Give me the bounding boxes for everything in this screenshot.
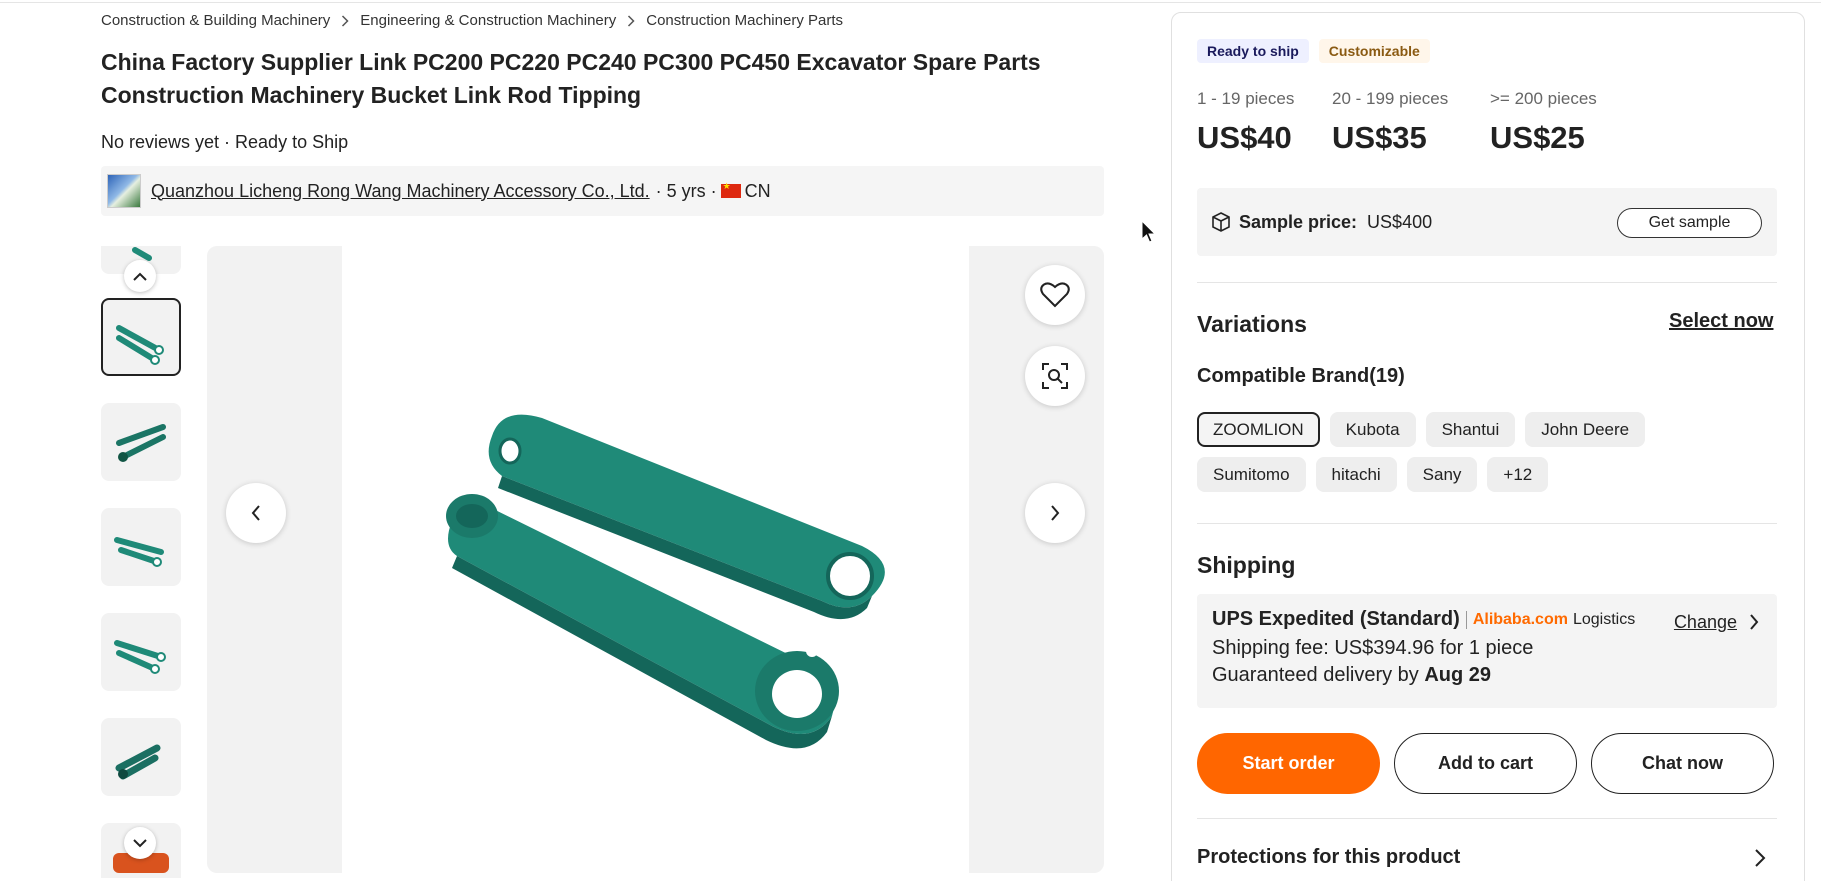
thumbnail[interactable]: [101, 718, 181, 796]
breadcrumb: Construction & Building Machinery Engine…: [101, 12, 843, 29]
brand-options: ZOOMLION Kubota Shantui John Deere Sumit…: [1197, 412, 1697, 492]
select-now-link[interactable]: Select now: [1669, 310, 1773, 333]
chevron-right-icon: [627, 14, 635, 27]
thumbnail-strip: [101, 246, 181, 878]
divider: [1197, 282, 1777, 283]
thumbnail-active[interactable]: [101, 298, 181, 376]
tier-price: US$35: [1332, 120, 1427, 155]
ready-to-ship-badge: Ready to ship: [1197, 39, 1309, 63]
sample-price-box: Sample price: US$400 Get sample: [1197, 188, 1777, 256]
breadcrumb-item[interactable]: Construction Machinery Parts: [646, 12, 843, 29]
divider: [1197, 818, 1777, 819]
supplier-country: CN: [744, 180, 771, 201]
supplier-bar: Quanzhou Licheng Rong Wang Machinery Acc…: [101, 166, 1104, 216]
next-image-button[interactable]: [1025, 483, 1085, 543]
brand-chip-selected[interactable]: ZOOMLION: [1197, 412, 1320, 447]
tier-price: US$40: [1197, 120, 1292, 155]
tier-price: US$25: [1490, 120, 1585, 155]
favorite-button[interactable]: [1025, 265, 1085, 325]
thumbnail[interactable]: [101, 403, 181, 481]
chevron-right-icon: [1051, 505, 1060, 521]
shipping-method: UPS Expedited (Standard): [1212, 608, 1460, 630]
supplier-logo[interactable]: [107, 174, 141, 208]
thumbnail-scroll-down-button[interactable]: [124, 827, 156, 859]
get-sample-button[interactable]: Get sample: [1617, 208, 1762, 238]
box-icon: [1212, 212, 1230, 232]
tier-quantity: 1 - 19 pieces: [1197, 89, 1295, 108]
sample-price-value: US$400: [1367, 211, 1433, 232]
more-brands-chip[interactable]: +12: [1487, 457, 1549, 492]
delivery-guarantee: Guaranteed delivery by Aug 29: [1212, 664, 1762, 687]
brand-chip[interactable]: Kubota: [1329, 412, 1416, 447]
chevron-right-icon: [341, 14, 349, 27]
top-border: [0, 0, 1821, 3]
image-search-icon: [1042, 363, 1068, 389]
protections-link[interactable]: Protections for this product: [1197, 846, 1460, 869]
brand-chip[interactable]: Sany: [1406, 457, 1478, 492]
alibaba-logo: Alibaba.com: [1472, 610, 1568, 628]
delivery-date: Aug 29: [1424, 664, 1492, 686]
price-tier: 20 - 199 pieces US$35: [1332, 89, 1490, 156]
shipping-title: Shipping: [1197, 552, 1296, 578]
tier-quantity: >= 200 pieces: [1490, 89, 1597, 108]
customizable-badge: Customizable: [1318, 39, 1430, 63]
chevron-down-icon: [133, 838, 147, 847]
brand-chip[interactable]: Sumitomo: [1197, 457, 1306, 492]
breadcrumb-item[interactable]: Engineering & Construction Machinery: [360, 12, 616, 29]
separator: [1465, 610, 1467, 629]
chevron-up-icon: [133, 272, 147, 281]
logistics-label: Logistics: [1572, 610, 1636, 628]
cursor-icon: [1141, 220, 1157, 243]
supplier-name-link[interactable]: Quanzhou Licheng Rong Wang Machinery Acc…: [151, 181, 650, 202]
shipping-fee: Shipping fee: US$394.96 for 1 piece: [1212, 637, 1534, 659]
change-shipping-link[interactable]: Change: [1674, 612, 1737, 633]
review-status: No reviews yet · Ready to Ship: [101, 132, 349, 152]
image-canvas: [342, 246, 969, 873]
china-flag-icon: [720, 181, 741, 198]
product-title: China Factory Supplier Link PC200 PC220 …: [101, 49, 1041, 108]
variations-title: Variations: [1197, 311, 1307, 337]
action-buttons: Start order Add to cart Chat now: [1197, 733, 1774, 794]
tier-quantity: 20 - 199 pieces: [1332, 89, 1449, 108]
heart-icon: [1040, 282, 1070, 308]
thumbnail-scroll-up-button[interactable]: [124, 260, 156, 292]
brand-chip[interactable]: Shantui: [1425, 412, 1516, 447]
brand-chip[interactable]: hitachi: [1315, 457, 1397, 492]
add-to-cart-button[interactable]: Add to cart: [1394, 733, 1577, 794]
product-photo: [446, 414, 885, 749]
sample-price-label: Sample price:: [1239, 211, 1358, 232]
divider: [1197, 523, 1777, 524]
brand-chip[interactable]: John Deere: [1525, 412, 1646, 447]
product-badges: Ready to ship Customizable: [1197, 39, 1430, 63]
breadcrumb-item[interactable]: Construction & Building Machinery: [101, 12, 330, 29]
main-product-image[interactable]: [207, 246, 1104, 873]
chevron-right-icon[interactable]: [1749, 614, 1759, 630]
thumbnail[interactable]: [101, 613, 181, 691]
price-tiers: 1 - 19 pieces US$40 20 - 199 pieces US$3…: [1197, 89, 1625, 156]
chat-now-button[interactable]: Chat now: [1591, 733, 1774, 794]
supplier-years: · 5 yrs ·: [655, 180, 717, 201]
chevron-right-icon[interactable]: [1754, 848, 1766, 868]
start-order-button[interactable]: Start order: [1197, 733, 1380, 794]
previous-image-button[interactable]: [226, 483, 286, 543]
image-search-button[interactable]: [1025, 346, 1085, 406]
price-tier: >= 200 pieces US$25: [1490, 89, 1625, 156]
shipping-box: UPS Expedited (Standard) Alibaba.com Log…: [1197, 594, 1777, 708]
compatible-brand-label: Compatible Brand(19): [1197, 365, 1405, 387]
price-tier: 1 - 19 pieces US$40: [1197, 89, 1332, 156]
thumbnail[interactable]: [101, 508, 181, 586]
chevron-left-icon: [251, 505, 260, 521]
delivery-prefix: Guaranteed delivery by: [1212, 664, 1419, 686]
